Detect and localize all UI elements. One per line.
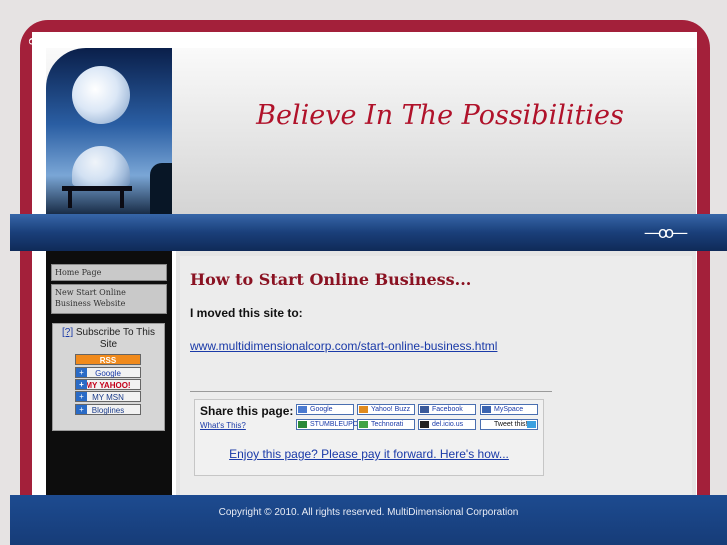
moved-site-link[interactable]: www.multidimensionalcorp.com/start-onlin…: [190, 339, 497, 353]
google-feed-label: Google: [95, 369, 121, 378]
google-icon: [298, 406, 307, 413]
page-title: How to Start Online Business...: [190, 270, 472, 289]
twitter-bird-icon: [527, 421, 536, 428]
add-to-google-button[interactable]: + Google: [75, 367, 141, 378]
header-moon-photo: [46, 48, 172, 218]
nav-item-new-start-online-business[interactable]: New Start Online Business Website: [51, 284, 167, 314]
share-label: Share this page:: [200, 404, 294, 418]
tweet-this-label: Tweet this!: [494, 421, 528, 428]
rss-label: RSS: [99, 356, 117, 365]
bench-icon: [62, 182, 132, 208]
band-ornament-icon: —ꝏ—: [643, 223, 688, 242]
plus-icon: +: [76, 392, 87, 401]
msn-feed-label: MY MSN: [92, 393, 124, 402]
share-google-label: Google: [310, 406, 333, 413]
share-myspace-label: MySpace: [494, 406, 524, 413]
share-yahoo-buzz-button[interactable]: Yahoo! Buzz: [357, 404, 415, 415]
copyright-text: Copyright © 2010. All rights reserved. M…: [218, 507, 519, 518]
add-to-bloglines-button[interactable]: + Bloglines: [75, 404, 141, 415]
yahoo-buzz-icon: [359, 406, 368, 413]
add-to-my-yahoo-button[interactable]: + MY YAHOO!: [75, 379, 141, 390]
share-stumbleupon-label: STUMBLEUPON: [310, 421, 364, 428]
share-technorati-button[interactable]: Technorati: [357, 419, 415, 430]
facebook-icon: [420, 406, 429, 413]
yahoo-feed-label: MY YAHOO!: [85, 381, 131, 390]
myspace-icon: [482, 406, 491, 413]
technorati-icon: [359, 421, 368, 428]
share-facebook-label: Facebook: [432, 406, 463, 413]
share-delicious-button[interactable]: del.icio.us: [418, 419, 476, 430]
pay-it-forward-link[interactable]: Enjoy this page? Please pay it forward. …: [194, 447, 544, 461]
plus-icon: +: [76, 380, 87, 389]
plus-icon: +: [76, 405, 87, 414]
moon-icon: [72, 66, 130, 124]
share-technorati-label: Technorati: [371, 421, 404, 428]
share-delicious-label: del.icio.us: [432, 421, 464, 428]
share-yahoo-label: Yahoo! Buzz: [371, 406, 411, 413]
add-to-my-msn-button[interactable]: + MY MSN: [75, 391, 141, 402]
share-myspace-button[interactable]: MySpace: [480, 404, 538, 415]
content-divider: [190, 391, 552, 392]
footer: [10, 495, 727, 545]
moon-reflection: [72, 146, 130, 186]
subscribe-help-link[interactable]: [?]: [62, 327, 73, 338]
moved-text: I moved this site to:: [190, 306, 303, 320]
nav-item-home-page[interactable]: Home Page: [51, 264, 167, 281]
rss-feed-button[interactable]: RSS: [75, 354, 141, 365]
whats-this-link[interactable]: What's This?: [200, 421, 246, 430]
share-google-button[interactable]: Google: [296, 404, 354, 415]
delicious-icon: [420, 421, 429, 428]
site-title: Believe In The Possibilities: [256, 100, 624, 131]
share-stumbleupon-button[interactable]: STUMBLEUPON: [296, 419, 363, 430]
stumbleupon-icon: [298, 421, 307, 428]
subscribe-title-text: Subscribe To This Site: [75, 327, 156, 350]
subscribe-box: [?] Subscribe To This Site RSS + Google +…: [52, 323, 165, 431]
bloglines-feed-label: Bloglines: [91, 406, 125, 415]
tree-silhouette: [150, 163, 172, 218]
tweet-this-button[interactable]: Tweet this!: [480, 419, 538, 430]
share-facebook-button[interactable]: Facebook: [418, 404, 476, 415]
plus-icon: +: [76, 368, 87, 377]
subscribe-title: [?] Subscribe To This Site: [53, 327, 164, 351]
